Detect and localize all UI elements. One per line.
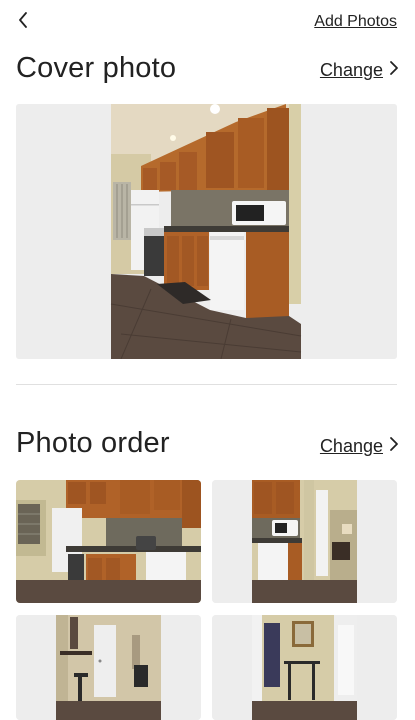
back-button[interactable] — [10, 8, 36, 36]
cover-photo[interactable] — [16, 104, 397, 359]
photo-thumbnail-3[interactable] — [16, 615, 201, 720]
cover-change-link[interactable]: Change — [320, 60, 399, 81]
order-change-label: Change — [319, 436, 383, 456]
top-bar: Add Photos — [0, 0, 415, 44]
cover-photo-image — [16, 104, 397, 359]
chevron-left-icon — [17, 11, 29, 33]
photo-thumbnail-3-image — [16, 615, 201, 720]
cover-change-label: Change — [319, 60, 383, 80]
add-photos-link[interactable]: Add Photos — [314, 13, 397, 31]
photo-thumbnail-2-image — [212, 480, 397, 603]
photo-thumbnail-2[interactable] — [212, 480, 397, 603]
photo-thumbnail-1-image — [16, 480, 201, 603]
order-change-link[interactable]: Change — [320, 436, 399, 457]
photo-order-heading: Photo order — [16, 427, 170, 459]
cover-photo-heading: Cover photo — [16, 52, 177, 84]
section-divider — [16, 384, 397, 385]
chevron-right-icon — [389, 60, 399, 81]
photo-thumbnail-4-image — [212, 615, 397, 720]
chevron-right-icon — [389, 436, 399, 457]
photo-thumbnail-4[interactable] — [212, 615, 397, 720]
photo-thumbnail-1[interactable] — [16, 480, 201, 603]
